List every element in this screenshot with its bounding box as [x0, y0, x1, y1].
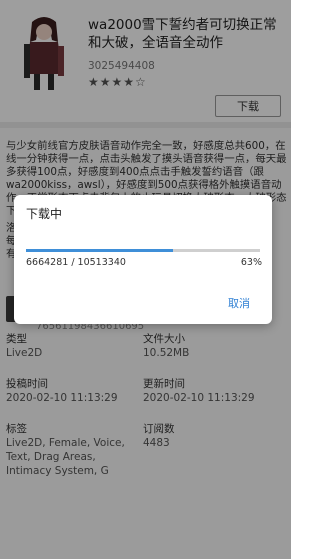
progress-fill: [26, 249, 174, 252]
cancel-button[interactable]: 取消: [228, 295, 250, 311]
progress-count: 6664281 / 10513340: [26, 257, 126, 268]
progress-track: [26, 249, 260, 252]
download-progress-dialog: 下载中 6664281 / 10513340 63% 取消: [14, 195, 272, 324]
progress-percent: 63%: [240, 257, 262, 268]
dialog-title: 下载中: [26, 207, 63, 221]
